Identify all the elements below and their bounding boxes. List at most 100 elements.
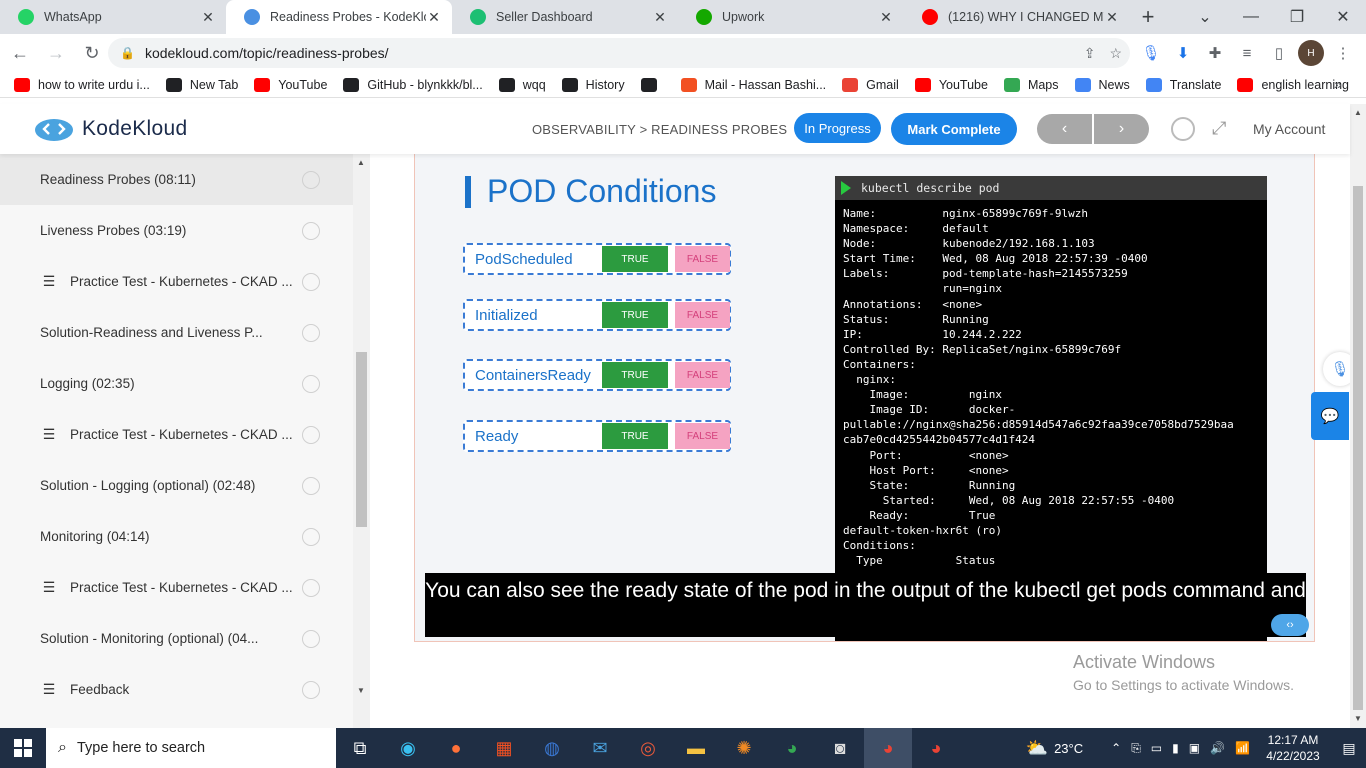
camera-app-icon[interactable]: ◙ [816, 728, 864, 768]
page-scroll-thumb[interactable] [1353, 186, 1363, 710]
new-tab-button[interactable]: + [1130, 0, 1166, 34]
side-panel-icon[interactable]: ▯ [1266, 40, 1292, 66]
mail-icon[interactable]: ✉ [576, 728, 624, 768]
bookmark-item[interactable]: New Tab [165, 77, 238, 92]
bookmark-item[interactable]: YouTube [914, 77, 988, 92]
browser-tab[interactable]: Upwork ✕ [678, 0, 904, 34]
page-scrollbar[interactable]: ▲ ▼ [1350, 104, 1366, 728]
tab-close-icon[interactable]: ✕ [1104, 9, 1120, 26]
completion-circle-icon[interactable] [302, 170, 320, 189]
notifications-icon[interactable]: ▤ [1332, 740, 1366, 757]
skype-icon[interactable]: ◍ [528, 728, 576, 768]
bookmark-item[interactable]: Mail - Hassan Bashi... [680, 77, 826, 92]
lesson-item[interactable]: ▶Solution-Readiness and Liveness P... [0, 307, 370, 358]
fullscreen-expand-icon[interactable]: ⤢ [1212, 118, 1226, 139]
bookmark-item[interactable] [640, 77, 665, 92]
minimize-button[interactable]: — [1228, 0, 1274, 34]
next-lesson-button[interactable]: › [1094, 114, 1149, 144]
media-control-icon[interactable]: ≡ [1234, 40, 1260, 66]
battery-icon[interactable]: ▮ [1172, 741, 1179, 755]
caption-icon[interactable]: ▣ [1189, 741, 1200, 755]
bookmark-item[interactable]: YouTube [254, 77, 327, 92]
browser-tab[interactable]: (1216) WHY I CHANGED MY ✕ [904, 0, 1130, 34]
download-extension-icon[interactable]: ⬇ [1170, 40, 1196, 66]
previous-lesson-button[interactable]: ‹ [1037, 114, 1092, 144]
extensions-puzzle-icon[interactable]: ✚ [1202, 40, 1228, 66]
lesson-item[interactable]: ▶Readiness Probes (08:11) [0, 154, 353, 205]
chrome-profile-2-icon[interactable]: ◕ [912, 728, 960, 768]
browser-tab[interactable]: WhatsApp ✕ [0, 0, 226, 34]
completion-circle-icon[interactable] [302, 527, 320, 546]
wifi-icon[interactable]: 📶 [1235, 741, 1250, 755]
maximize-button[interactable]: ❐ [1274, 0, 1320, 34]
edge-icon[interactable]: ◉ [384, 728, 432, 768]
dark-mode-toggle-icon[interactable] [1171, 117, 1195, 141]
file-explorer-icon[interactable]: ▬ [672, 728, 720, 768]
taskbar-search-box[interactable]: ⌕ Type here to search [46, 728, 336, 768]
bookmark-item[interactable]: Translate [1145, 77, 1221, 92]
lock-icon[interactable]: 🔒 [120, 46, 135, 60]
completion-circle-icon[interactable] [302, 629, 320, 648]
volume-icon[interactable]: 🔊 [1210, 741, 1225, 755]
weather-icon[interactable]: ⛅ [1026, 738, 1048, 759]
tab-close-icon[interactable]: ✕ [878, 9, 894, 26]
microsoft-store-icon[interactable]: ▦ [480, 728, 528, 768]
chat-support-button[interactable]: 💬 [1311, 392, 1349, 440]
page-scroll-down-arrow[interactable]: ▼ [1354, 714, 1362, 723]
taskbar-clock[interactable]: 12:17 AM 4/22/2023 [1254, 732, 1332, 764]
lesson-item[interactable]: ☰ Practice Test - Kubernetes - CKAD ... [0, 409, 370, 460]
display-icon[interactable]: ▭ [1151, 741, 1162, 755]
lesson-item[interactable]: ☰ Practice Test - Kubernetes - CKAD ... [0, 256, 370, 307]
chrome-profile-1-icon[interactable]: ◕ [864, 728, 912, 768]
kodekloud-logo[interactable]: KodeKloud [34, 116, 187, 142]
forward-button[interactable]: → [40, 37, 72, 69]
bookmark-star-icon[interactable]: ☆ [1109, 45, 1122, 62]
task-view-icon[interactable]: ⧉ [336, 728, 384, 768]
lesson-item[interactable]: ▶Solution - Monitoring (optional) (04... [0, 613, 370, 664]
network-icon[interactable]: ⎘ [1131, 741, 1141, 756]
lesson-item[interactable]: ▶Solution - Logging (optional) (02:48) [0, 460, 370, 511]
close-window-button[interactable]: ✕ [1320, 0, 1366, 34]
completion-circle-icon[interactable] [302, 374, 320, 393]
lesson-item[interactable]: ☰ Feedback [0, 664, 370, 715]
tab-search-icon[interactable]: ⌄ [1182, 0, 1228, 34]
my-account-link[interactable]: My Account [1253, 121, 1325, 137]
scroll-down-arrow[interactable]: ▼ [357, 686, 365, 695]
chrome-icon[interactable]: ◕ [768, 728, 816, 768]
completion-circle-icon[interactable] [302, 425, 320, 444]
bookmark-item[interactable]: GitHub - blynkkk/bl... [343, 77, 483, 92]
bookmark-item[interactable]: Gmail [842, 77, 899, 92]
completion-circle-icon[interactable] [302, 578, 320, 597]
browser-tab[interactable]: Readiness Probes - KodeKlou ✕ [226, 0, 452, 34]
address-bar[interactable]: 🔒 kodekloud.com/topic/readiness-probes/ … [108, 38, 1130, 68]
more-bookmarks-icon[interactable]: » [1334, 76, 1342, 92]
sidebar-scrollbar[interactable]: ▲ ▼ [353, 154, 370, 728]
share-icon[interactable]: ⇪ [1084, 45, 1096, 62]
lesson-item[interactable]: ☰ Practice Test - Kubernetes - CKAD ... [0, 562, 370, 613]
voice-extension-icon[interactable]: 🎙 [1138, 40, 1164, 66]
back-button[interactable]: ← [4, 37, 36, 69]
browser-menu-icon[interactable]: ⋮ [1330, 40, 1356, 66]
completion-circle-icon[interactable] [302, 476, 320, 495]
lesson-item[interactable]: ▶Logging (02:35) [0, 358, 370, 409]
bookmark-item[interactable]: wqq [498, 77, 546, 92]
completion-circle-icon[interactable] [302, 680, 320, 699]
browser-tab[interactable]: Seller Dashboard ✕ [452, 0, 678, 34]
firefox-icon[interactable]: ● [432, 728, 480, 768]
scroll-up-arrow[interactable]: ▲ [357, 158, 365, 167]
page-scroll-up-arrow[interactable]: ▲ [1354, 108, 1362, 117]
bookmark-item[interactable]: News [1074, 77, 1130, 92]
lesson-item[interactable]: ▶Monitoring (04:14) [0, 511, 370, 562]
tab-close-icon[interactable]: ✕ [200, 9, 216, 26]
bookmark-item[interactable]: how to write urdu i... [14, 77, 150, 92]
bookmark-item[interactable]: History [561, 77, 625, 92]
show-hidden-icons-icon[interactable]: ⌃ [1111, 741, 1121, 755]
sidebar-scroll-thumb[interactable] [356, 352, 367, 527]
profile-avatar[interactable]: H [1298, 40, 1324, 66]
video-player[interactable]: POD Conditions PodScheduled TRUE FALSE Init… [414, 152, 1315, 642]
tab-close-icon[interactable]: ✕ [652, 9, 668, 26]
bookmark-item[interactable]: english learning [1237, 77, 1349, 92]
completion-circle-icon[interactable] [302, 323, 320, 342]
lesson-item[interactable]: ▶Liveness Probes (03:19) [0, 205, 370, 256]
bookmark-item[interactable]: Maps [1003, 77, 1059, 92]
